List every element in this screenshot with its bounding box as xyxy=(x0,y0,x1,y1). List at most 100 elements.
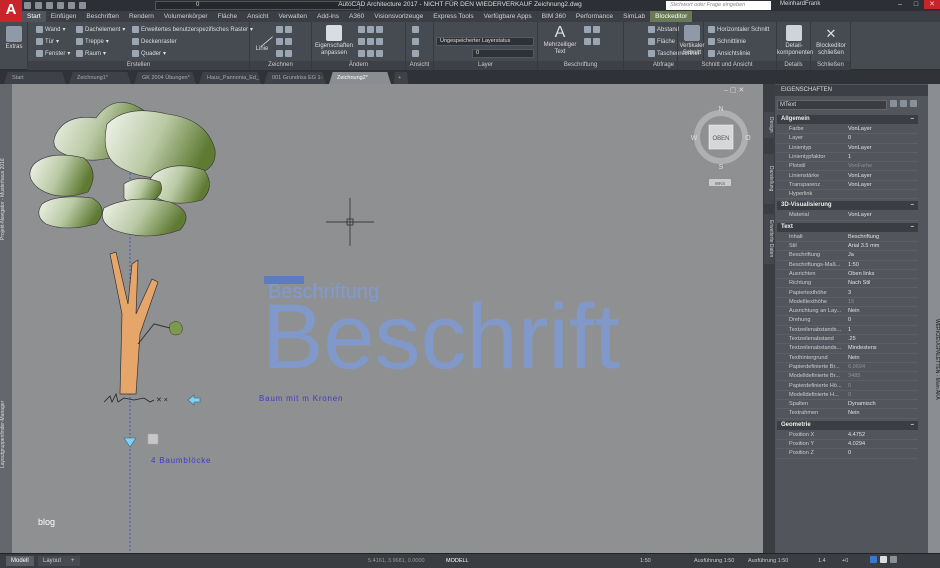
layoutgruppen-tab[interactable]: Layoutgruppenfinder-Manager xyxy=(0,394,12,474)
ribbon-tab[interactable]: Blockeditor xyxy=(650,11,693,22)
attribute-tag-blocks[interactable]: 4 Baumblöcke xyxy=(151,456,211,465)
tuer-button[interactable]: Tür ▾ xyxy=(36,38,59,45)
property-row[interactable]: Position Y 4.0294 xyxy=(777,440,918,450)
property-row[interactable]: Hyperlink xyxy=(777,190,918,200)
property-value[interactable]: Nach Stil xyxy=(848,279,870,288)
mtext-button[interactable]: A Mehrzeiliger Text xyxy=(540,24,580,56)
ribbon-tab[interactable]: Start xyxy=(22,11,46,22)
property-value[interactable]: VonLayer xyxy=(848,211,872,220)
ribbon-tab[interactable]: Performance xyxy=(571,11,618,22)
table-icon[interactable] xyxy=(593,26,600,33)
array-icon[interactable] xyxy=(376,50,383,57)
fullscreen-icon[interactable] xyxy=(880,556,887,563)
viewport-controls[interactable]: ‒ ▢ ✕ xyxy=(724,87,744,94)
tab-design[interactable]: Design xyxy=(764,112,774,138)
property-row[interactable]: Linientypfaktor 1 xyxy=(777,153,918,163)
parameter-icon[interactable] xyxy=(147,433,159,445)
quader-button[interactable]: Quader ▾ xyxy=(132,50,166,57)
tab-erweiterte-daten[interactable]: Erweiterte Daten xyxy=(764,214,774,264)
ribbon-tab[interactable]: Add-ins xyxy=(312,11,344,22)
property-row[interactable]: Stil Arial 3.5 mm xyxy=(777,242,918,252)
save-icon[interactable] xyxy=(46,2,53,9)
extras-button[interactable]: Extras xyxy=(4,26,24,51)
tag-icon[interactable] xyxy=(593,38,600,45)
viewcube-top[interactable]: OBEN xyxy=(712,136,729,142)
property-value[interactable]: Nein xyxy=(848,307,860,316)
flaeche-button[interactable]: Fläche xyxy=(648,38,675,45)
property-value[interactable]: 0 xyxy=(848,391,851,400)
file-tab[interactable]: Zeichnung1* xyxy=(69,72,131,84)
property-value[interactable]: VonLayer xyxy=(848,144,872,153)
eigenschaften-anpassen-button[interactable]: Eigenschaften anpassen xyxy=(314,25,354,57)
attribute-tag-baum[interactable]: Baum mit m Kronen xyxy=(259,394,343,403)
raum-button[interactable]: Raum ▾ xyxy=(76,50,106,57)
file-tab[interactable]: 001 Grundriss EG 1-50* xyxy=(264,72,326,84)
viewcube[interactable]: OBEN N S W O WKS xyxy=(691,106,752,186)
property-row[interactable]: Textzeilenabstands... 1 xyxy=(777,326,918,335)
display-config-2[interactable]: Ausführung 1:50 xyxy=(748,556,788,567)
file-tab[interactable]: GK 2004 Übungen* xyxy=(134,72,196,84)
ribbon-tab[interactable]: Rendern xyxy=(124,11,159,22)
property-value[interactable]: VonLayer xyxy=(848,181,872,190)
property-row[interactable]: Material VonLayer xyxy=(777,211,918,221)
copy-icon[interactable] xyxy=(358,38,365,45)
view-icon[interactable] xyxy=(412,26,419,33)
property-value[interactable]: Arial 3.5 mm xyxy=(848,242,879,251)
blockeditor-schliessen-button[interactable]: ✕ Blockeditor schließen xyxy=(811,25,851,57)
ribbon-tab[interactable]: Verwalten xyxy=(273,11,312,22)
polyline-icon[interactable] xyxy=(276,26,283,33)
select-objects-icon[interactable] xyxy=(890,100,897,107)
linie-button[interactable]: Linie xyxy=(250,24,274,53)
property-row[interactable]: Position X 4.4752 xyxy=(777,431,918,440)
dachelement-button[interactable]: Dachelement ▾ xyxy=(76,26,125,33)
property-row[interactable]: Inhalt Beschriftung xyxy=(777,233,918,242)
property-value[interactable]: VonLayer xyxy=(848,125,872,134)
ribbon-tab[interactable]: Visionsvorlzeuge xyxy=(369,11,428,22)
property-value[interactable]: 3485 xyxy=(848,372,860,381)
property-row[interactable]: Modelltexthöhe 15 xyxy=(777,298,918,308)
property-row[interactable]: Textzeilenabstand .25 xyxy=(777,335,918,345)
new-icon[interactable] xyxy=(24,2,31,9)
property-value[interactable]: Oben links xyxy=(848,270,874,279)
vertikaler-schnitt-button[interactable]: Vertikaler Schnitt xyxy=(678,25,706,57)
property-value[interactable]: Ja xyxy=(848,251,854,260)
object-type-dropdown[interactable]: MText xyxy=(777,100,887,110)
leader-icon[interactable] xyxy=(584,38,591,45)
property-value[interactable]: Nein xyxy=(848,409,860,418)
property-row[interactable]: Textzeilenabstands... Mindestens xyxy=(777,344,918,354)
projekt-navigator-tab[interactable]: Projekt-Navigator - Musterhaus 2016 xyxy=(0,144,12,254)
property-row[interactable]: Transparenz VonLayer xyxy=(777,181,918,191)
ribbon-tab[interactable]: Express Tools xyxy=(428,11,478,22)
open-icon[interactable] xyxy=(35,2,42,9)
ribbon-tab[interactable]: SimLab xyxy=(618,11,650,22)
property-value[interactable]: 0 xyxy=(848,382,851,391)
property-value[interactable]: 3 xyxy=(848,289,851,298)
property-row[interactable]: Papiertexthöhe 3 xyxy=(777,289,918,298)
collapse-icon[interactable]: – xyxy=(911,421,914,430)
property-row[interactable]: Beschriftung Ja xyxy=(777,251,918,261)
ribbon-tab[interactable]: Beschriften xyxy=(81,11,124,22)
property-value[interactable]: 0 xyxy=(848,134,851,143)
model-space-toggle[interactable]: MODELL xyxy=(446,556,469,567)
ansichtslinie-button[interactable]: Ansichtslinie xyxy=(708,50,750,57)
ribbon-tab[interactable]: Volumenkörper xyxy=(159,11,213,22)
print-icon[interactable] xyxy=(57,2,64,9)
lookup-grip-triangle[interactable] xyxy=(123,437,137,448)
mtext-grip[interactable] xyxy=(264,276,304,284)
property-value[interactable]: Beschriftung xyxy=(848,233,879,242)
visual-style-icon[interactable] xyxy=(412,50,419,57)
search-input[interactable]: Stichwort oder Frage eingeben xyxy=(666,1,771,10)
property-row[interactable]: Ausrichten Oben links xyxy=(777,270,918,280)
property-value[interactable]: 1 xyxy=(848,153,851,162)
ribbon-tab[interactable]: BIM 360 xyxy=(537,11,571,22)
property-value[interactable]: 4.4752 xyxy=(848,431,865,440)
property-value[interactable]: 15 xyxy=(848,298,854,307)
treppe-button[interactable]: Treppe ▾ xyxy=(76,38,109,45)
elevation[interactable]: +0 xyxy=(842,556,848,567)
close-icon[interactable]: ✕ xyxy=(924,0,940,9)
property-value[interactable]: Nein xyxy=(848,354,860,363)
property-row[interactable]: Beschriftungs-Maß... 1:50 xyxy=(777,261,918,270)
property-value[interactable]: 6.9694 xyxy=(848,363,865,372)
file-tab[interactable]: Zeichnung2* xyxy=(329,72,391,84)
collapse-icon[interactable]: – xyxy=(911,115,914,124)
